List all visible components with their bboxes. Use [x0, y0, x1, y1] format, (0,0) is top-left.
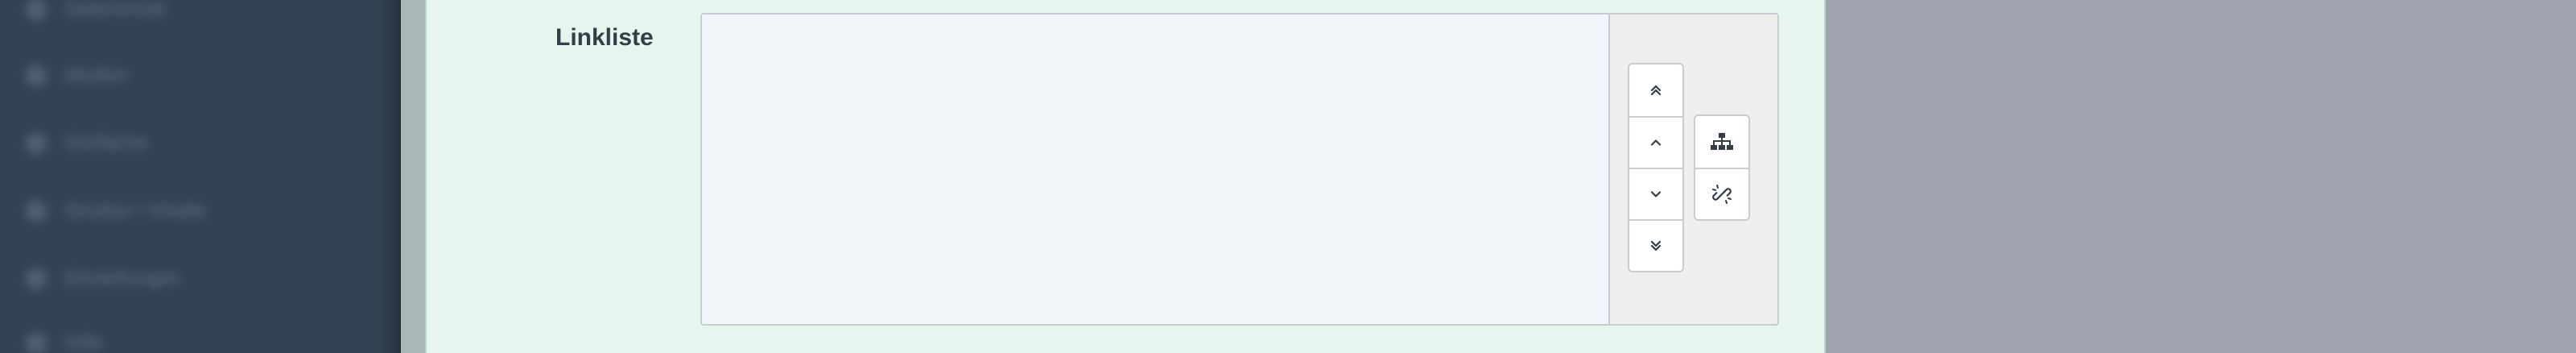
sidebar-item[interactable]: Einstellungen: [26, 263, 180, 295]
sidebar-item-label: Einstellungen: [64, 268, 181, 289]
sidebar-item-label: Struktur / Inhalte: [64, 200, 207, 222]
sidebar-item[interactable]: Sitzfläche: [26, 127, 148, 160]
sidebar-item-icon: [26, 333, 47, 353]
action-button-group: [1694, 114, 1750, 221]
open-linkmap-button[interactable]: [1695, 116, 1748, 168]
move-bottom-button[interactable]: [1629, 219, 1682, 271]
sidebar-item-label: Seiteninhalt: [64, 0, 166, 20]
sidebar-item[interactable]: Medien: [26, 60, 128, 92]
move-up-button[interactable]: [1629, 116, 1682, 168]
sidebar-item[interactable]: Struktur / Inhalte: [26, 195, 206, 227]
sidebar-shadow: [378, 0, 401, 353]
remove-link-button[interactable]: [1695, 168, 1748, 219]
sidebar-item[interactable]: Seiteninhalt: [26, 0, 165, 26]
sidebar-item-label: Sitzfläche: [64, 132, 149, 154]
double-chevron-up-icon: [1650, 85, 1662, 96]
linklist-select[interactable]: [700, 13, 1618, 326]
move-down-button[interactable]: [1629, 168, 1682, 219]
sidebar-item-icon: [26, 268, 47, 289]
sidebar: Seiteninhalt Medien Sitzfläche Struktur …: [0, 0, 401, 353]
sidebar-item-label: Hilfe: [64, 332, 104, 353]
sitemap-icon: [1711, 133, 1733, 150]
sidebar-item-icon: [26, 0, 47, 20]
linklist-controls: [1608, 13, 1779, 326]
sidebar-item-icon: [26, 65, 47, 86]
move-button-group: [1628, 63, 1684, 272]
form-panel: Linkliste: [425, 0, 1826, 353]
content-gutter: [401, 0, 425, 353]
sidebar-item-icon: [26, 133, 47, 154]
double-chevron-down-icon: [1650, 240, 1662, 251]
unlink-icon: [1712, 185, 1732, 204]
sidebar-item[interactable]: Hilfe: [26, 327, 103, 353]
move-top-button[interactable]: [1629, 64, 1682, 116]
linklist-label: Linkliste: [555, 24, 654, 51]
chevron-down-icon: [1650, 191, 1662, 197]
sidebar-item-label: Medien: [64, 64, 128, 86]
chevron-up-icon: [1650, 139, 1662, 146]
sidebar-item-icon: [26, 201, 47, 222]
